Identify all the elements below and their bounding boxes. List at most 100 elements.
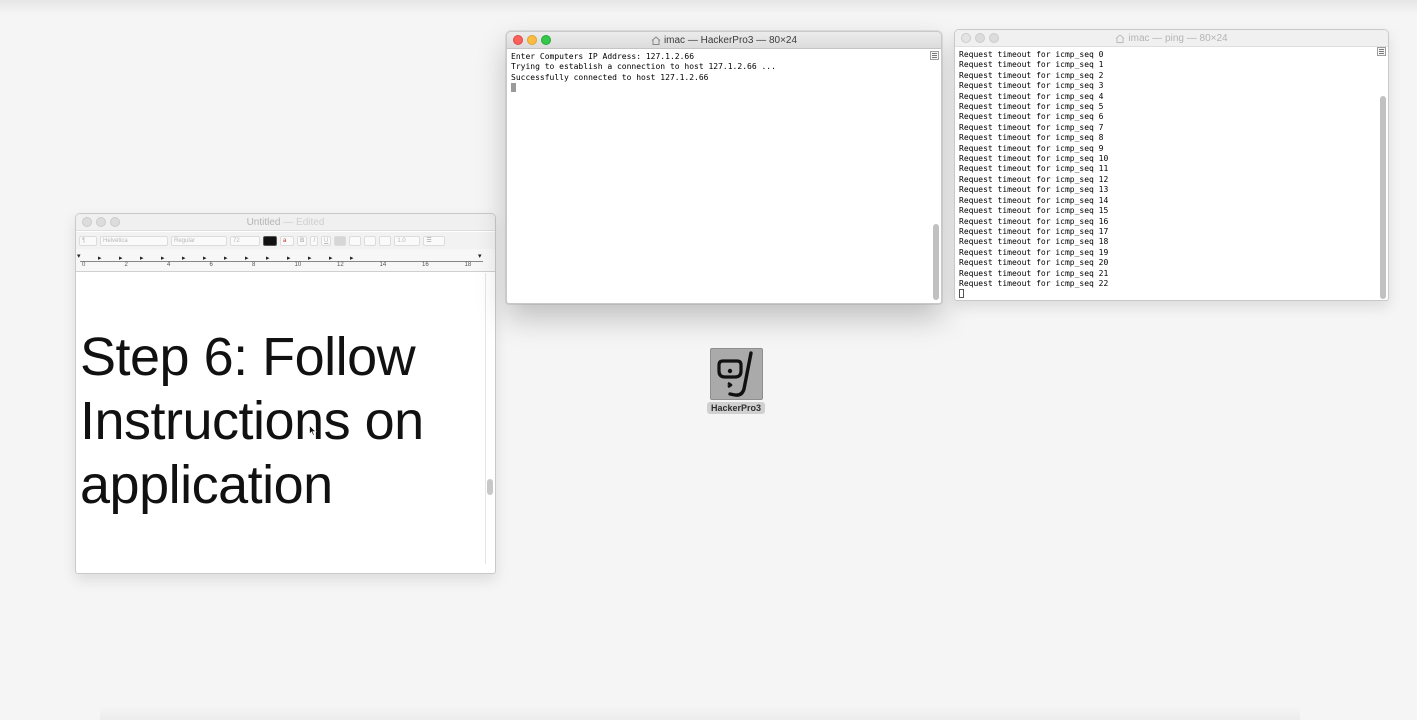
text-cursor — [511, 83, 516, 93]
zoom-button[interactable] — [989, 33, 999, 43]
tab-stop-icon[interactable]: ▸ — [266, 255, 270, 262]
terminal-line: Request timeout for icmp_seq 0 — [959, 50, 1104, 59]
window-controls — [513, 35, 551, 45]
italic-button[interactable]: I — [310, 235, 319, 246]
close-button[interactable] — [513, 35, 523, 45]
split-pane-icon[interactable] — [1377, 47, 1386, 56]
right-indent-marker-icon[interactable]: ▾ — [478, 253, 482, 260]
underline-button[interactable]: U — [321, 235, 332, 246]
terminal-line: Enter Computers IP Address: 127.1.2.66 — [511, 52, 695, 61]
ruler-number: 18 — [464, 262, 472, 268]
terminal-line: Request timeout for icmp_seq 14 — [959, 195, 1109, 205]
list-bullets-popup[interactable]: ☰ — [423, 235, 446, 246]
document-line: Step 6: Follow — [80, 327, 416, 387]
close-button[interactable] — [82, 217, 92, 227]
home-folder-icon — [1116, 34, 1125, 43]
terminal-hackerpro-window[interactable]: imac — HackerPro3 — 80×24 Enter Computer… — [506, 31, 942, 304]
zoom-button[interactable] — [110, 217, 120, 227]
terminal-output[interactable]: Enter Computers IP Address: 127.1.2.66 Tr… — [507, 50, 941, 303]
textedit-window[interactable]: Untitled — Edited ¶ Helvetica Regular 72… — [75, 213, 496, 574]
window-title: Untitled — [246, 217, 281, 228]
terminal-line: Request timeout for icmp_seq 20 — [959, 258, 1109, 268]
terminal-titlebar[interactable]: imac — HackerPro3 — 80×24 — [507, 32, 941, 49]
title-separator: — — [283, 217, 294, 228]
window-title: imac — HackerPro3 — 80×24 — [663, 35, 798, 46]
document-scrollbar-thumb[interactable] — [487, 479, 493, 495]
font-style-popup[interactable]: Regular — [171, 235, 227, 246]
terminal-ping-window[interactable]: imac — ping — 80×24 Request timeout for … — [954, 29, 1389, 301]
window-controls — [82, 217, 120, 227]
tab-stop-icon[interactable]: ▸ — [98, 255, 102, 262]
tab-stop-icon[interactable]: ▸ — [329, 255, 333, 262]
tab-stop-icon[interactable]: ▸ — [161, 255, 165, 262]
desktop-bottom-shade — [100, 706, 1300, 720]
terminal-titlebar[interactable]: imac — ping — 80×24 — [955, 30, 1388, 47]
align-center-button[interactable] — [349, 235, 362, 246]
minimize-button[interactable] — [527, 35, 537, 45]
ruler[interactable]: 0 2 4 6 8 10 12 14 16 18 ▸ ▸ ▸ ▸ ▸ ▸ ▸ ▸ ▸ ▸ ▸ ▸ ▸ ▾ ▾ — [76, 249, 495, 272]
terminal-output[interactable]: Request timeout for icmp_seq 0 Request ti… — [955, 48, 1388, 300]
ruler-number: 4 — [167, 262, 171, 268]
desktop-top-shade — [0, 0, 1417, 14]
text-color-well[interactable] — [263, 235, 277, 246]
font-family-popup[interactable]: Helvetica — [100, 235, 168, 246]
tab-stop-icon[interactable]: ▸ — [182, 255, 186, 262]
terminal-line: Request timeout for icmp_seq 21 — [959, 268, 1109, 278]
tab-stop-icon[interactable]: ▸ — [119, 255, 123, 262]
terminal-scrollbar-thumb[interactable] — [933, 224, 939, 300]
minimize-button[interactable] — [96, 217, 106, 227]
hackerpro3-app-icon[interactable]: HackerPro3 — [707, 348, 765, 414]
document-area[interactable]: Step 6: Follow Instructions on applicati… — [76, 273, 486, 564]
tab-stop-icon[interactable]: ▸ — [140, 255, 144, 262]
ruler-number: 14 — [379, 262, 387, 268]
document-line: Instructions on — [80, 391, 424, 451]
tab-stop-icon[interactable]: ▸ — [287, 255, 291, 262]
textedit-titlebar[interactable]: Untitled — Edited — [76, 214, 495, 231]
left-indent-marker-icon[interactable]: ▾ — [77, 253, 81, 260]
paragraph-styles-popup[interactable]: ¶ — [79, 235, 97, 246]
line-spacing-popup[interactable]: 1.0 — [394, 235, 421, 246]
home-folder-icon — [651, 36, 661, 45]
tab-stop-icon[interactable]: ▸ — [224, 255, 228, 262]
align-right-button[interactable] — [364, 235, 377, 246]
minimize-button[interactable] — [975, 33, 985, 43]
bold-button[interactable]: B — [297, 235, 308, 246]
highlight-color-well[interactable]: a — [280, 235, 294, 246]
terminal-line: Request timeout for icmp_seq 4 — [959, 91, 1104, 101]
document-text[interactable]: Step 6: Follow Instructions on applicati… — [80, 325, 480, 517]
terminal-line: Request timeout for icmp_seq 18 — [959, 237, 1109, 247]
document-line: application — [80, 455, 333, 515]
ruler-number: 8 — [252, 262, 256, 268]
ruler-number: 0 — [82, 262, 86, 268]
window-title: imac — ping — 80×24 — [1128, 33, 1228, 44]
split-pane-icon[interactable] — [930, 51, 939, 60]
edited-status: Edited — [296, 217, 325, 228]
tab-stop-icon[interactable]: ▸ — [350, 255, 354, 262]
format-toolbar: ¶ Helvetica Regular 72 a B I U 1.0 ☰ — [76, 232, 495, 249]
close-button[interactable] — [961, 33, 971, 43]
justify-button[interactable] — [379, 235, 392, 246]
tab-stop-icon[interactable]: ▸ — [308, 255, 312, 262]
terminal-scrollbar-thumb[interactable] — [1380, 96, 1386, 299]
app-tile — [709, 348, 763, 400]
ruler-number: 6 — [209, 262, 213, 268]
terminal-prompt[interactable] — [511, 83, 937, 94]
font-size-field[interactable]: 72 — [230, 235, 260, 246]
terminal-line: Request timeout for icmp_seq 22 — [959, 278, 1109, 288]
terminal-line: Request timeout for icmp_seq 7 — [959, 122, 1104, 132]
terminal-line: Request timeout for icmp_seq 11 — [959, 164, 1109, 174]
ruler-number: 12 — [337, 262, 344, 268]
tab-stop-icon[interactable]: ▸ — [203, 255, 207, 262]
app-icon-label: HackerPro3 — [707, 402, 765, 414]
terminal-prompt[interactable] — [959, 289, 1384, 300]
terminal-line: Successfully connected to host 127.1.2.6… — [511, 72, 709, 82]
align-left-button[interactable] — [334, 235, 347, 246]
terminal-line: Request timeout for icmp_seq 8 — [959, 133, 1104, 143]
tab-stop-icon[interactable]: ▸ — [245, 255, 249, 262]
ruler-number: 16 — [422, 262, 429, 268]
terminal-line: Request timeout for icmp_seq 15 — [959, 206, 1109, 216]
text-cursor — [959, 289, 964, 299]
mouse-pointer-icon — [309, 425, 317, 436]
terminal-line: Request timeout for icmp_seq 3 — [959, 81, 1104, 91]
zoom-button[interactable] — [541, 35, 551, 45]
